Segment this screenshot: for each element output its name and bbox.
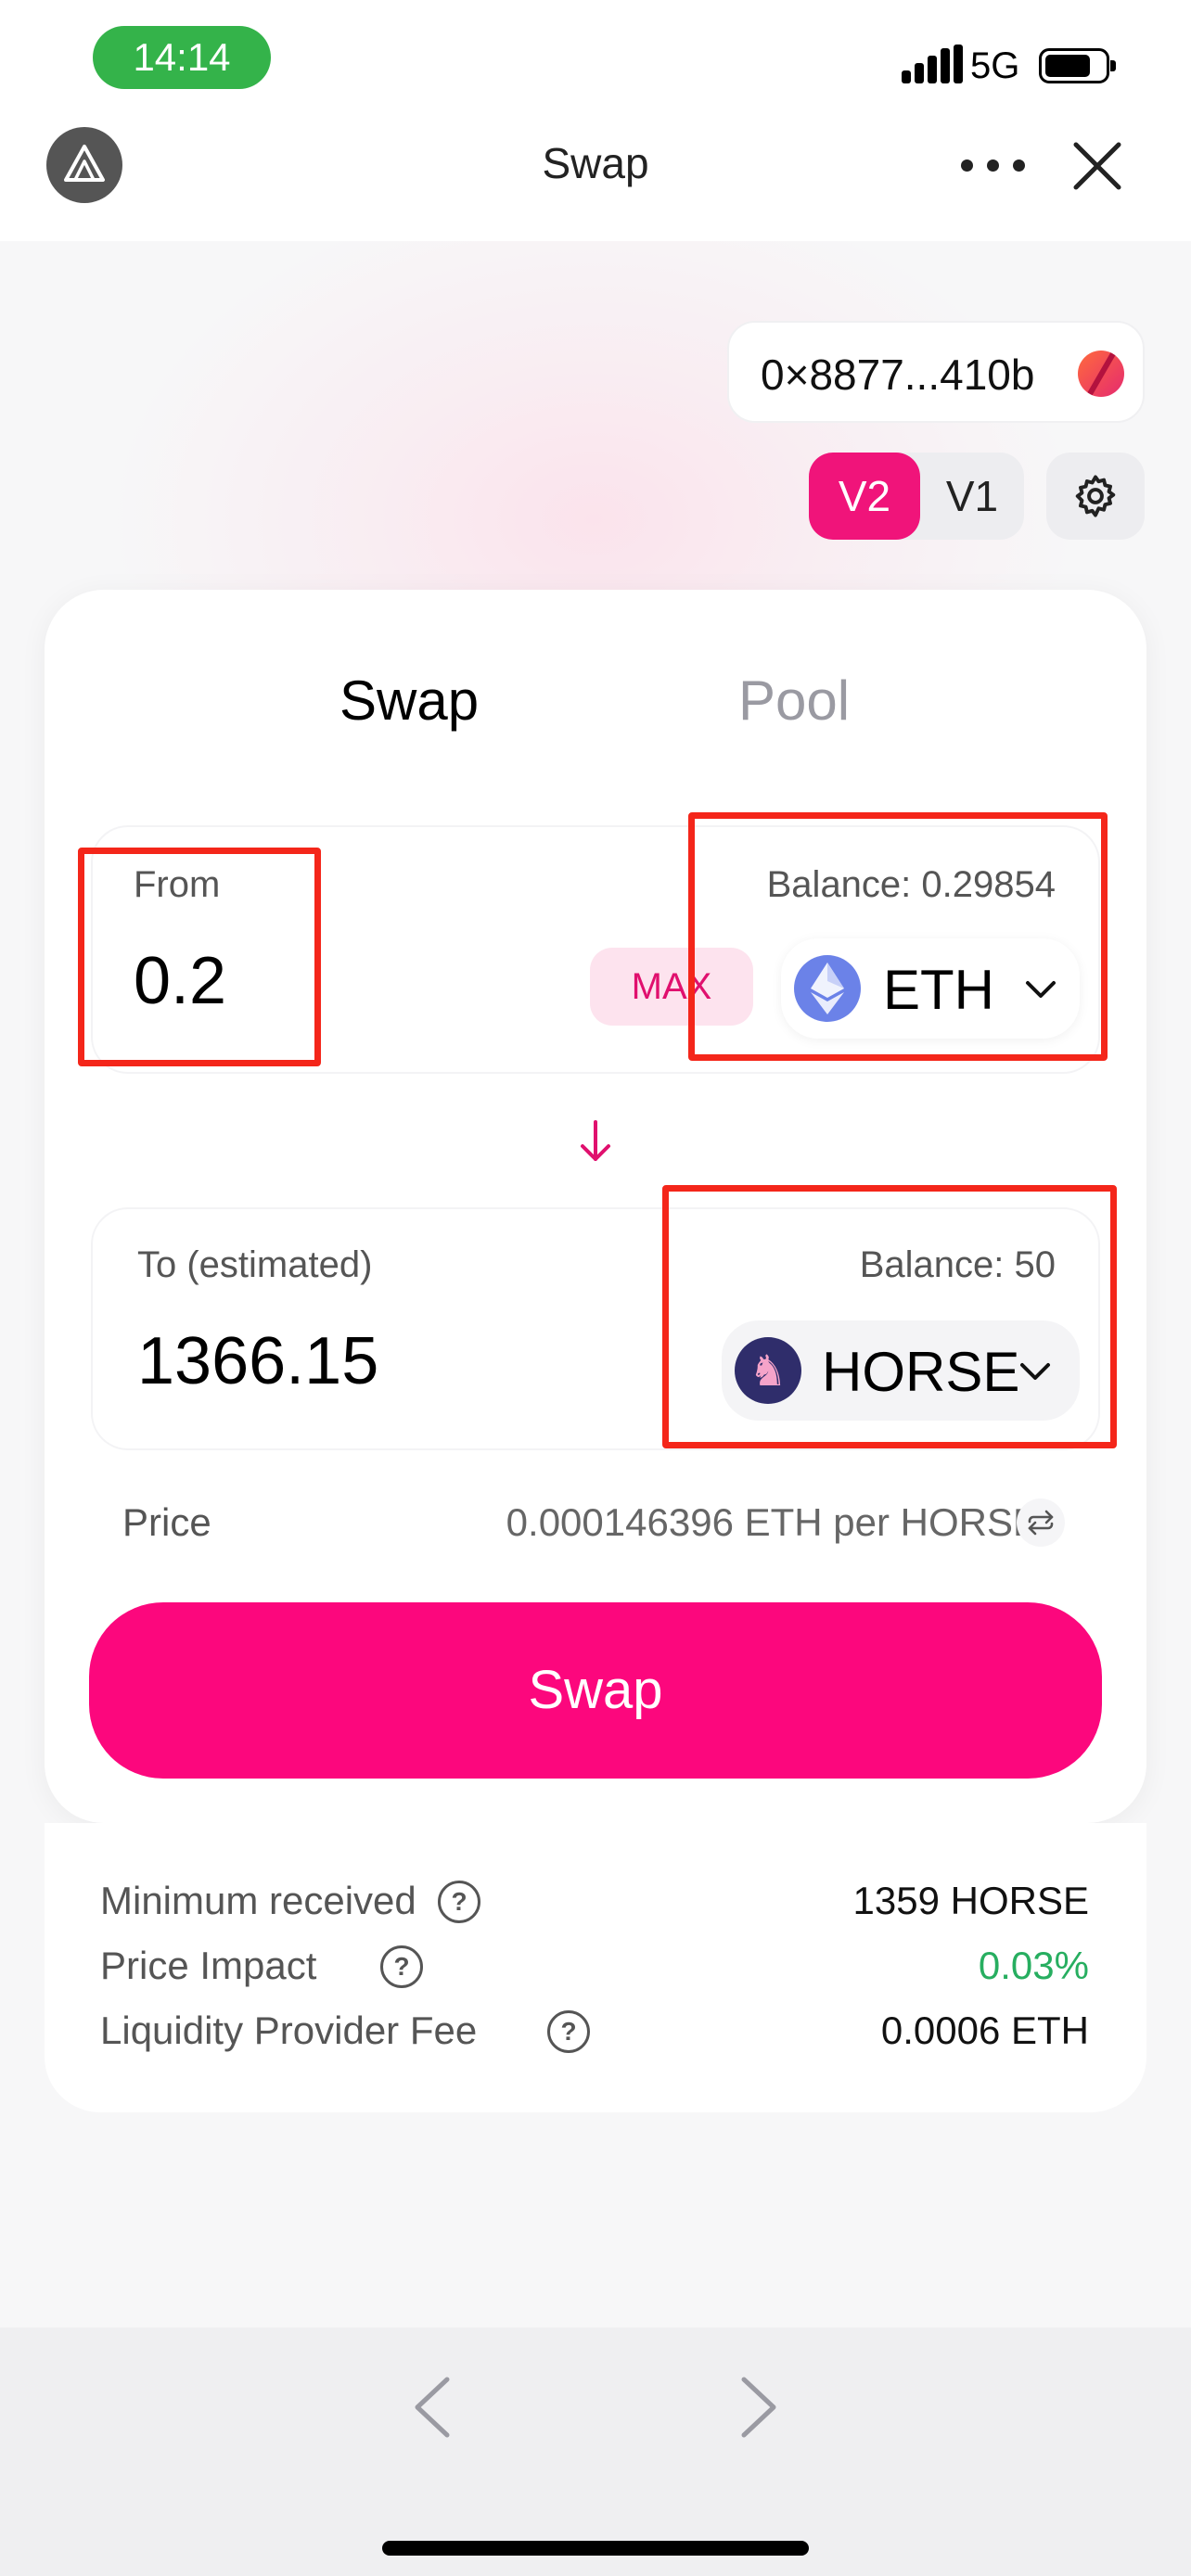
home-indicator: [382, 2541, 809, 2556]
swap-arrows-icon: [1028, 1510, 1054, 1536]
price-value: 0.000146396 ETH per HORSE: [506, 1500, 1039, 1544]
wallet-avatar-icon: [1078, 351, 1124, 397]
bottom-nav-bar: [0, 2327, 1191, 2576]
help-icon[interactable]: ?: [438, 1881, 480, 1923]
help-icon[interactable]: ?: [380, 1945, 423, 1988]
to-amount-input[interactable]: 1366.15: [137, 1322, 378, 1400]
gear-icon: [1075, 475, 1116, 517]
swap-button[interactable]: Swap: [89, 1602, 1102, 1779]
version-v1-button[interactable]: V1: [920, 453, 1024, 540]
detail-value: 1359 HORSE: [852, 1879, 1089, 1922]
status-bar: 14:14 5G: [0, 0, 1191, 102]
arrow-down-icon[interactable]: [571, 1115, 620, 1168]
tab-swap[interactable]: Swap: [339, 668, 479, 734]
version-v2-button[interactable]: V2: [809, 453, 920, 540]
highlight-box-from-token: [688, 812, 1108, 1061]
more-icon[interactable]: [961, 150, 1028, 178]
battery-icon: [1039, 48, 1116, 83]
back-arrow-icon[interactable]: [406, 2372, 458, 2442]
detail-label: Minimum received: [100, 1879, 416, 1922]
status-time: 14:14: [93, 26, 271, 89]
network-type: 5G: [970, 45, 1020, 86]
to-label: To (estimated): [137, 1244, 373, 1285]
nav-bar: Swap: [0, 102, 1191, 241]
detail-value: 0.03%: [978, 1944, 1089, 1987]
price-invert-button[interactable]: [1017, 1498, 1065, 1547]
forward-arrow-icon[interactable]: [733, 2372, 785, 2442]
detail-lp-fee: Liquidity Provider Fee ? 0.0006 ETH: [100, 2003, 1089, 2059]
detail-label: Price Impact: [100, 1944, 317, 1987]
highlight-box-from: [78, 848, 321, 1066]
signal-icon: [902, 45, 965, 83]
wallet-address: 0×8877...410b: [761, 351, 1035, 399]
detail-label: Liquidity Provider Fee: [100, 2009, 478, 2052]
highlight-box-to-token: [662, 1185, 1117, 1448]
wallet-address-button[interactable]: 0×8877...410b: [727, 321, 1145, 423]
tab-pool[interactable]: Pool: [738, 668, 850, 734]
price-label: Price: [122, 1500, 211, 1544]
version-toggle: V2 V1: [809, 453, 1024, 540]
detail-minimum-received: Minimum received ? 1359 HORSE: [100, 1873, 1089, 1929]
detail-value: 0.0006 ETH: [880, 2009, 1089, 2052]
swap-details: Minimum received ? 1359 HORSE Price Impa…: [45, 1823, 1146, 2112]
close-icon[interactable]: [1070, 139, 1124, 193]
detail-price-impact: Price Impact ? 0.03%: [100, 1938, 1089, 1994]
settings-button[interactable]: [1046, 453, 1145, 540]
help-icon[interactable]: ?: [547, 2010, 590, 2053]
